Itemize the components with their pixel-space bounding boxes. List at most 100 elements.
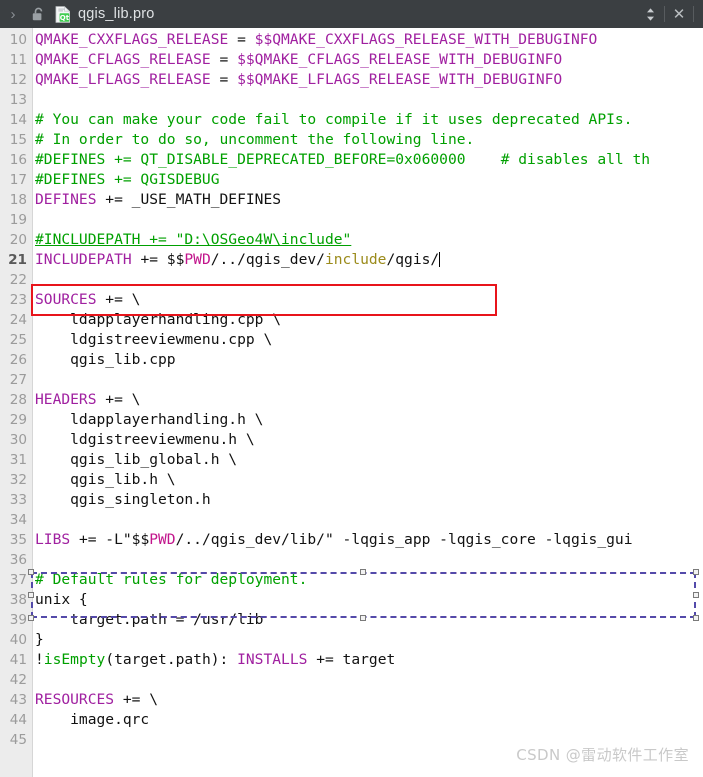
line-number: 17 bbox=[9, 172, 27, 188]
code-line-text: INCLUDEPATH += $$PWD/../qgis_dev/include… bbox=[27, 250, 441, 270]
qt-project-file-icon: Qt bbox=[50, 0, 76, 28]
resize-handle-bm[interactable] bbox=[360, 615, 366, 621]
editor-title-bar: › Qt qgis_lib.pro ✕ bbox=[0, 0, 703, 28]
code-token: += _USE_MATH_DEFINES bbox=[96, 191, 282, 208]
resize-handle-bl[interactable] bbox=[28, 615, 34, 621]
code-text-area[interactable]: 10 QMAKE_CXXFLAGS_RELEASE = $$QMAKE_CXXFL… bbox=[0, 28, 703, 777]
code-line[interactable]: 33 qgis_singleton.h bbox=[0, 490, 703, 510]
code-line[interactable]: 10 QMAKE_CXXFLAGS_RELEASE = $$QMAKE_CXXFL… bbox=[0, 30, 703, 50]
code-line[interactable]: 27 bbox=[0, 370, 703, 390]
code-token: qgis_singleton.h bbox=[35, 491, 211, 508]
code-line[interactable]: 30 ldgistreeviewmenu.h \ bbox=[0, 430, 703, 450]
chevron-right-icon[interactable]: › bbox=[0, 0, 26, 28]
code-token: = bbox=[228, 31, 255, 48]
qt-creator-editor-window: › Qt qgis_lib.pro ✕ 10 QMAKE_CXXFLAGS_RE… bbox=[0, 0, 703, 777]
code-line[interactable]: 37 # Default rules for deployment. bbox=[0, 570, 703, 590]
line-number: 22 bbox=[9, 272, 27, 288]
line-number: 37 bbox=[9, 572, 27, 588]
code-token: SOURCES bbox=[35, 291, 97, 308]
line-number: 41 bbox=[9, 652, 27, 668]
code-line[interactable]: 22 bbox=[0, 270, 703, 290]
code-token: (target.path): bbox=[105, 651, 238, 668]
code-line[interactable]: 23 SOURCES += \ bbox=[0, 290, 703, 310]
code-token: RESOURCES bbox=[35, 691, 115, 708]
code-line-text: target.path = /usr/lib bbox=[27, 610, 263, 630]
code-line[interactable]: 11 QMAKE_CFLAGS_RELEASE = $$QMAKE_CFLAGS_… bbox=[0, 50, 703, 70]
code-line[interactable]: 31 qgis_lib_global.h \ bbox=[0, 450, 703, 470]
code-line-text: # Default rules for deployment. bbox=[27, 570, 307, 590]
code-line-text: ldgistreeviewmenu.h \ bbox=[27, 430, 255, 450]
code-line-text: SOURCES += \ bbox=[27, 290, 140, 310]
resize-handle-tl[interactable] bbox=[28, 569, 34, 575]
code-line[interactable]: 29 ldapplayerhandling.h \ bbox=[0, 410, 703, 430]
code-token: } bbox=[35, 631, 44, 648]
code-line[interactable]: 36 bbox=[0, 550, 703, 570]
line-number: 36 bbox=[9, 552, 27, 568]
resize-handle-mr[interactable] bbox=[693, 592, 699, 598]
code-token: ldapplayerhandling.cpp \ bbox=[35, 311, 282, 328]
code-token: = bbox=[210, 51, 238, 68]
code-line[interactable]: 21 INCLUDEPATH += $$PWD/../qgis_dev/inclu… bbox=[0, 250, 703, 270]
code-line[interactable]: 20 #INCLUDEPATH += "D:\OSGeo4W\include" bbox=[0, 230, 703, 250]
code-line[interactable]: 24 ldapplayerhandling.cpp \ bbox=[0, 310, 703, 330]
code-line[interactable]: 32 qgis_lib.h \ bbox=[0, 470, 703, 490]
code-line-text: ldapplayerhandling.h \ bbox=[27, 410, 263, 430]
resize-handle-tm[interactable] bbox=[360, 569, 366, 575]
code-line[interactable]: 14 # You can make your code fail to compi… bbox=[0, 110, 703, 130]
line-number: 10 bbox=[9, 32, 27, 48]
line-number: 21 bbox=[8, 252, 27, 268]
code-token: $$QMAKE_LFLAGS_RELEASE_WITH_DEBUGINFO bbox=[237, 71, 563, 88]
code-line[interactable]: 34 bbox=[0, 510, 703, 530]
code-line[interactable]: 41 !isEmpty(target.path): INSTALLS += tar… bbox=[0, 650, 703, 670]
resize-handle-ml[interactable] bbox=[28, 592, 34, 598]
code-line-text: } bbox=[27, 630, 44, 650]
code-line[interactable]: 18 DEFINES += _USE_MATH_DEFINES bbox=[0, 190, 703, 210]
code-line[interactable]: 19 bbox=[0, 210, 703, 230]
code-line[interactable]: 15 # In order to do so, uncomment the fol… bbox=[0, 130, 703, 150]
code-token: += \ bbox=[96, 291, 141, 308]
resize-handle-br[interactable] bbox=[693, 615, 699, 621]
code-editor-area[interactable]: 10 QMAKE_CXXFLAGS_RELEASE = $$QMAKE_CXXFL… bbox=[0, 28, 703, 777]
code-token: qgis_lib_global.h \ bbox=[35, 451, 238, 468]
code-line[interactable]: 39 target.path = /usr/lib bbox=[0, 610, 703, 630]
code-token: += target bbox=[307, 651, 396, 668]
code-token: # You can make your code fail to compile… bbox=[35, 111, 633, 128]
code-line[interactable]: 35 LIBS += -L"$$PWD/../qgis_dev/lib/" -lq… bbox=[0, 530, 703, 550]
line-number: 40 bbox=[9, 632, 27, 648]
code-token: += -L"$$ bbox=[70, 531, 150, 548]
code-line-text: !isEmpty(target.path): INSTALLS += targe… bbox=[27, 650, 395, 670]
line-number: 19 bbox=[9, 212, 27, 228]
split-arrows-icon[interactable] bbox=[637, 0, 663, 28]
resize-handle-tr[interactable] bbox=[693, 569, 699, 575]
code-line[interactable]: 38 unix { bbox=[0, 590, 703, 610]
code-line[interactable]: 28 HEADERS += \ bbox=[0, 390, 703, 410]
line-number: 35 bbox=[9, 532, 27, 548]
code-line[interactable]: 40} bbox=[0, 630, 703, 650]
code-line-text: DEFINES += _USE_MATH_DEFINES bbox=[27, 190, 281, 210]
open-padlock-icon[interactable] bbox=[26, 0, 50, 28]
line-number: 15 bbox=[9, 132, 27, 148]
line-number: 27 bbox=[9, 372, 27, 388]
code-token: $$QMAKE_CFLAGS_RELEASE_WITH_DEBUGINFO bbox=[237, 51, 563, 68]
code-line[interactable]: 44 image.qrc bbox=[0, 710, 703, 730]
svg-text:Qt: Qt bbox=[60, 14, 70, 22]
code-line[interactable]: 13 bbox=[0, 90, 703, 110]
code-line-text: # You can make your code fail to compile… bbox=[27, 110, 632, 130]
code-line[interactable]: 25 ldgistreeviewmenu.cpp \ bbox=[0, 330, 703, 350]
code-line[interactable]: 17 #DEFINES += QGISDEBUG bbox=[0, 170, 703, 190]
code-line[interactable]: 26 qgis_lib.cpp bbox=[0, 350, 703, 370]
close-icon[interactable]: ✕ bbox=[666, 0, 692, 28]
file-name-label: qgis_lib.pro bbox=[78, 6, 155, 22]
code-line[interactable]: 12 QMAKE_LFLAGS_RELEASE = $$QMAKE_LFLAGS_… bbox=[0, 70, 703, 90]
line-number: 26 bbox=[9, 352, 27, 368]
code-line[interactable]: 43 RESOURCES += \ bbox=[0, 690, 703, 710]
line-number: 28 bbox=[9, 392, 27, 408]
code-line[interactable]: 42 bbox=[0, 670, 703, 690]
code-token: PWD bbox=[149, 531, 176, 548]
code-line[interactable]: 16 #DEFINES += QT_DISABLE_DEPRECATED_BEFO… bbox=[0, 150, 703, 170]
toolbar-divider-2 bbox=[693, 6, 694, 22]
